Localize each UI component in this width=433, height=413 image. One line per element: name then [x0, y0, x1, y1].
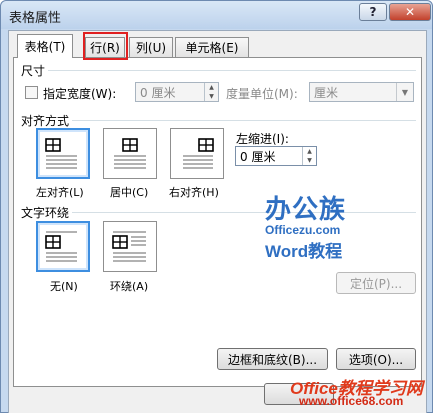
align-left-label: 左对齐(L): [36, 186, 84, 199]
window-title: 表格属性: [9, 11, 62, 26]
divider: [72, 120, 416, 121]
spin-down-icon: ▼: [209, 93, 214, 100]
tab-column[interactable]: 列(U): [129, 37, 173, 57]
spin-up-icon: ▲: [307, 148, 312, 155]
borders-shading-button[interactable]: 边框和底纹(B)...: [217, 348, 328, 370]
title-bar[interactable]: 表格属性 ? ✕: [1, 1, 432, 29]
align-center-icon: [114, 137, 146, 168]
width-spinner[interactable]: ▲ ▼: [204, 83, 218, 101]
width-value: 0 厘米: [140, 85, 176, 100]
options-button[interactable]: 选项(O)...: [336, 348, 416, 370]
spin-up-icon: ▲: [209, 84, 214, 91]
measure-select[interactable]: 厘米 ▼: [309, 82, 414, 102]
indent-input[interactable]: 0 厘米 ▲ ▼: [235, 146, 317, 166]
align-center-label: 居中(C): [110, 186, 149, 199]
tab-cell[interactable]: 单元格(E): [175, 37, 249, 57]
wrap-around-label: 环绕(A): [110, 280, 149, 293]
borders-button-label: 边框和底纹(B)...: [227, 352, 318, 367]
align-left-icon: [45, 137, 77, 168]
question-icon: ?: [369, 5, 377, 19]
measure-label: 度量单位(M):: [226, 87, 298, 101]
width-input[interactable]: 0 厘米 ▲ ▼: [135, 82, 219, 102]
options-button-label: 选项(O)...: [348, 352, 404, 367]
preferred-width-checkbox[interactable]: [25, 86, 38, 99]
watermark-logo-text: 办公族: [265, 195, 347, 225]
align-right-option[interactable]: [170, 128, 224, 179]
wrap-none-option[interactable]: [36, 221, 90, 272]
indent-value: 0 厘米: [240, 149, 276, 164]
indent-label: 左缩进(I):: [236, 132, 289, 146]
spin-down-icon: ▼: [307, 157, 312, 164]
divider: [48, 70, 416, 71]
close-button[interactable]: ✕: [389, 3, 431, 21]
align-right-label: 右对齐(H): [169, 186, 219, 199]
indent-spinner[interactable]: ▲ ▼: [302, 147, 316, 165]
watermark-bottom-url: www.office68.com: [299, 394, 404, 408]
chevron-down-icon: ▼: [396, 83, 413, 101]
size-heading: 尺寸: [21, 64, 46, 78]
highlight-box: [83, 32, 128, 60]
tab-label: 单元格(E): [185, 41, 239, 55]
align-center-option[interactable]: [103, 128, 157, 179]
tab-table[interactable]: 表格(T): [17, 34, 73, 58]
alignment-heading: 对齐方式: [21, 114, 70, 128]
preferred-width-label: 指定宽度(W):: [43, 87, 117, 101]
align-left-option[interactable]: [36, 128, 90, 179]
position-button-label: 定位(P)...: [349, 276, 403, 291]
wrap-none-icon: [45, 231, 77, 261]
align-right-icon: [183, 137, 214, 168]
watermark-logo-url: Officezu.com: [265, 223, 341, 237]
help-button[interactable]: ?: [359, 3, 387, 21]
tab-label: 表格(T): [24, 40, 66, 54]
wrap-around-option[interactable]: [103, 221, 157, 272]
measure-value: 厘米: [314, 85, 339, 100]
watermark-logo-word: Word教程: [265, 242, 343, 261]
wrapping-heading: 文字环绕: [21, 206, 70, 220]
position-button[interactable]: 定位(P)...: [336, 272, 416, 294]
wrap-around-icon: [112, 231, 146, 261]
close-icon: ✕: [404, 5, 416, 19]
wrap-none-label: 无(N): [50, 280, 78, 293]
watermark-logo: 办公族 Officezu.com Word教程: [265, 189, 375, 262]
tab-label: 列(U): [135, 41, 167, 55]
